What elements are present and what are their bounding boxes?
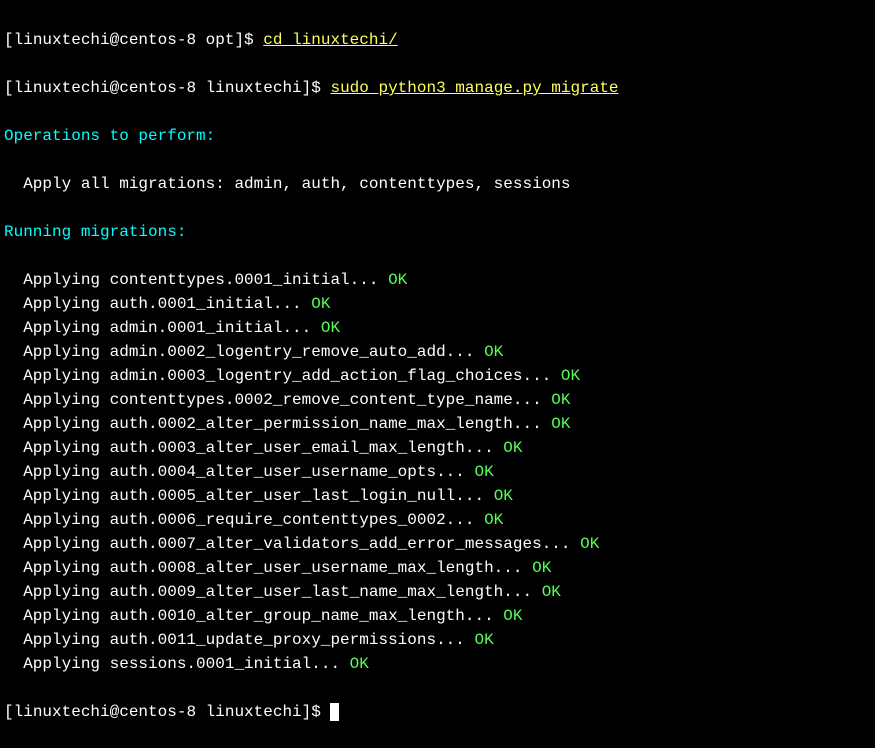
migration-status-ok: OK xyxy=(350,655,369,673)
operations-header: Operations to perform: xyxy=(4,124,871,148)
migration-text: Applying auth.0011_update_proxy_permissi… xyxy=(4,631,474,649)
migration-line: Applying auth.0005_alter_user_last_login… xyxy=(4,484,871,508)
migration-line: Applying auth.0007_alter_validators_add_… xyxy=(4,532,871,556)
migration-line: Applying auth.0001_initial... OK xyxy=(4,292,871,316)
migration-status-ok: OK xyxy=(484,343,503,361)
migration-text: Applying auth.0005_alter_user_last_login… xyxy=(4,487,494,505)
migration-line: Applying auth.0004_alter_user_username_o… xyxy=(4,460,871,484)
migration-status-ok: OK xyxy=(321,319,340,337)
command-cd: cd linuxtechi/ xyxy=(263,31,397,49)
migration-line: Applying admin.0001_initial... OK xyxy=(4,316,871,340)
prompt-close: ]$ xyxy=(302,703,331,721)
migration-status-ok: OK xyxy=(503,439,522,457)
prompt-close: ]$ xyxy=(302,79,331,97)
migration-line: Applying sessions.0001_initial... OK xyxy=(4,652,871,676)
migration-text: Applying auth.0010_alter_group_name_max_… xyxy=(4,607,503,625)
migration-text: Applying admin.0003_logentry_add_action_… xyxy=(4,367,561,385)
cursor xyxy=(330,703,339,721)
prompt-line-1: [linuxtechi@centos-8 opt]$ cd linuxtechi… xyxy=(4,28,871,52)
migration-status-ok: OK xyxy=(311,295,330,313)
prompt-open: [ xyxy=(4,79,14,97)
migration-status-ok: OK xyxy=(494,487,513,505)
prompt-userhost: linuxtechi@centos-8 opt xyxy=(14,31,235,49)
migration-text: Applying contenttypes.0002_remove_conten… xyxy=(4,391,551,409)
command-migrate: sudo python3 manage.py migrate xyxy=(330,79,618,97)
migration-text: Applying contenttypes.0001_initial... xyxy=(4,271,388,289)
migration-line: Applying auth.0010_alter_group_name_max_… xyxy=(4,604,871,628)
migration-text: Applying auth.0007_alter_validators_add_… xyxy=(4,535,580,553)
migration-line: Applying auth.0008_alter_user_username_m… xyxy=(4,556,871,580)
migration-status-ok: OK xyxy=(532,559,551,577)
migration-line: Applying contenttypes.0002_remove_conten… xyxy=(4,388,871,412)
migration-text: Applying admin.0002_logentry_remove_auto… xyxy=(4,343,484,361)
migration-status-ok: OK xyxy=(474,463,493,481)
migration-status-ok: OK xyxy=(474,631,493,649)
apply-all-line: Apply all migrations: admin, auth, conte… xyxy=(4,172,871,196)
migration-status-ok: OK xyxy=(551,391,570,409)
prompt-userhost: linuxtechi@centos-8 linuxtechi xyxy=(14,79,302,97)
migration-text: Applying auth.0009_alter_user_last_name_… xyxy=(4,583,542,601)
prompt-open: [ xyxy=(4,31,14,49)
migration-text: Applying sessions.0001_initial... xyxy=(4,655,350,673)
migration-text: Applying auth.0003_alter_user_email_max_… xyxy=(4,439,503,457)
migration-status-ok: OK xyxy=(503,607,522,625)
migration-list: Applying contenttypes.0001_initial... OK… xyxy=(4,268,871,676)
migration-line: Applying contenttypes.0001_initial... OK xyxy=(4,268,871,292)
migration-text: Applying auth.0002_alter_permission_name… xyxy=(4,415,551,433)
migration-line: Applying auth.0009_alter_user_last_name_… xyxy=(4,580,871,604)
terminal-output: [linuxtechi@centos-8 opt]$ cd linuxtechi… xyxy=(4,4,871,748)
migration-line: Applying auth.0003_alter_user_email_max_… xyxy=(4,436,871,460)
migration-text: Applying auth.0008_alter_user_username_m… xyxy=(4,559,532,577)
running-header: Running migrations: xyxy=(4,220,871,244)
migration-line: Applying auth.0006_require_contenttypes_… xyxy=(4,508,871,532)
migration-text: Applying admin.0001_initial... xyxy=(4,319,321,337)
migration-status-ok: OK xyxy=(580,535,599,553)
prompt-userhost: linuxtechi@centos-8 linuxtechi xyxy=(14,703,302,721)
migration-status-ok: OK xyxy=(484,511,503,529)
migration-line: Applying auth.0002_alter_permission_name… xyxy=(4,412,871,436)
migration-text: Applying auth.0006_require_contenttypes_… xyxy=(4,511,484,529)
migration-line: Applying admin.0003_logentry_add_action_… xyxy=(4,364,871,388)
migration-line: Applying admin.0002_logentry_remove_auto… xyxy=(4,340,871,364)
prompt-open: [ xyxy=(4,703,14,721)
prompt-line-3[interactable]: [linuxtechi@centos-8 linuxtechi]$ xyxy=(4,700,871,724)
migration-status-ok: OK xyxy=(561,367,580,385)
migration-status-ok: OK xyxy=(551,415,570,433)
migration-text: Applying auth.0001_initial... xyxy=(4,295,311,313)
migration-status-ok: OK xyxy=(542,583,561,601)
prompt-line-2: [linuxtechi@centos-8 linuxtechi]$ sudo p… xyxy=(4,76,871,100)
prompt-close: ]$ xyxy=(234,31,263,49)
migration-line: Applying auth.0011_update_proxy_permissi… xyxy=(4,628,871,652)
migration-text: Applying auth.0004_alter_user_username_o… xyxy=(4,463,474,481)
migration-status-ok: OK xyxy=(388,271,407,289)
